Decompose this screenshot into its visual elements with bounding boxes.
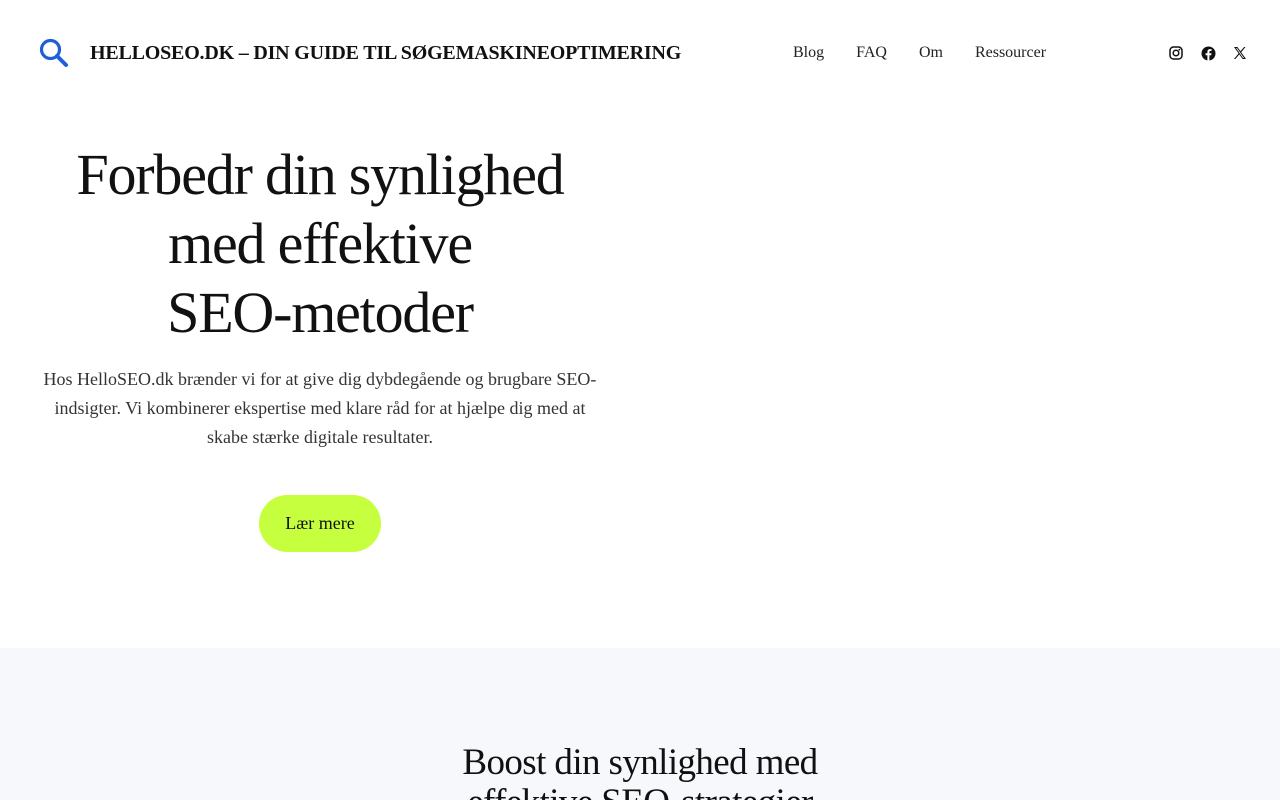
search-icon[interactable] — [38, 37, 70, 69]
learn-more-button[interactable]: Lær mere — [259, 495, 381, 552]
hero-headline-line: Forbedr din synlighed — [76, 142, 564, 207]
instagram-icon[interactable] — [1168, 45, 1184, 61]
social-links — [1168, 45, 1248, 61]
nav-blog[interactable]: Blog — [793, 42, 824, 64]
x-icon[interactable] — [1232, 45, 1248, 61]
hero-description: Hos HelloSEO.dk brænder vi for at give d… — [40, 365, 600, 452]
main-nav: Blog FAQ Om Ressourcer — [793, 42, 1078, 64]
hero-headline-line: med effektive — [168, 211, 473, 276]
site-header: HELLOSEO.DK – DIN GUIDE TIL SØGEMASKINEO… — [0, 0, 1280, 106]
section-heading-line: Boost din synlighed med — [462, 742, 818, 783]
hero-headline: Forbedr din synlighed med effektive SEO-… — [40, 140, 600, 347]
hero-section: Forbedr din synlighed med effektive SEO-… — [40, 140, 600, 452]
nav-ressourcer[interactable]: Ressourcer — [975, 42, 1046, 64]
facebook-icon[interactable] — [1200, 45, 1216, 61]
site-title[interactable]: HELLOSEO.DK – DIN GUIDE TIL SØGEMASKINEO… — [90, 40, 681, 66]
nav-faq[interactable]: FAQ — [856, 42, 887, 64]
features-section: Boost din synlighed med effektive SEO-st… — [0, 648, 1280, 800]
hero-description-line: Hos HelloSEO.dk brænder vi for at give d… — [43, 369, 597, 389]
section-heading-line: effektive SEO-strategier — [467, 782, 813, 800]
hero-description-line: indsigter. Vi kombinerer ekspertise med … — [54, 398, 586, 418]
hero-headline-line: SEO-metoder — [167, 280, 474, 345]
nav-om[interactable]: Om — [919, 42, 943, 64]
section-heading: Boost din synlighed med effektive SEO-st… — [0, 743, 1280, 800]
hero-description-line: skabe stærke digitale resultater. — [207, 427, 433, 447]
